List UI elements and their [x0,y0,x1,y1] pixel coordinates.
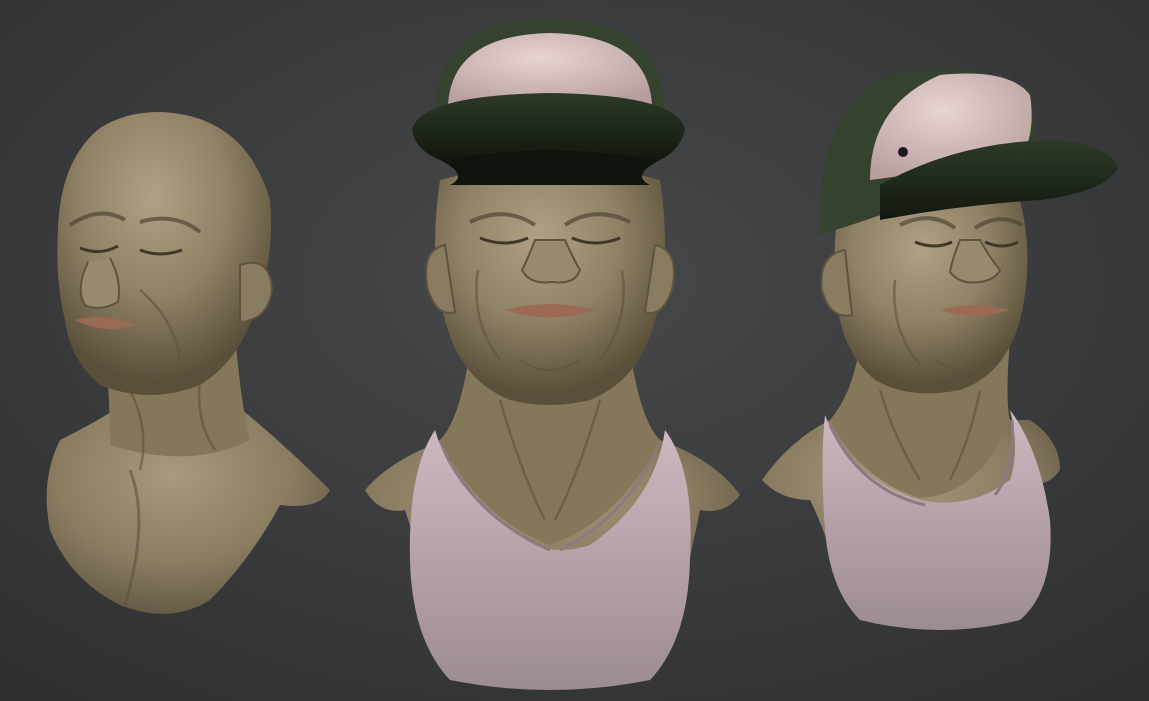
bust-front-cap-brim [412,93,685,160]
bust-right-cap-eyelet [898,147,908,157]
sculpt-render [0,0,1149,701]
render-canvas [0,0,1149,701]
